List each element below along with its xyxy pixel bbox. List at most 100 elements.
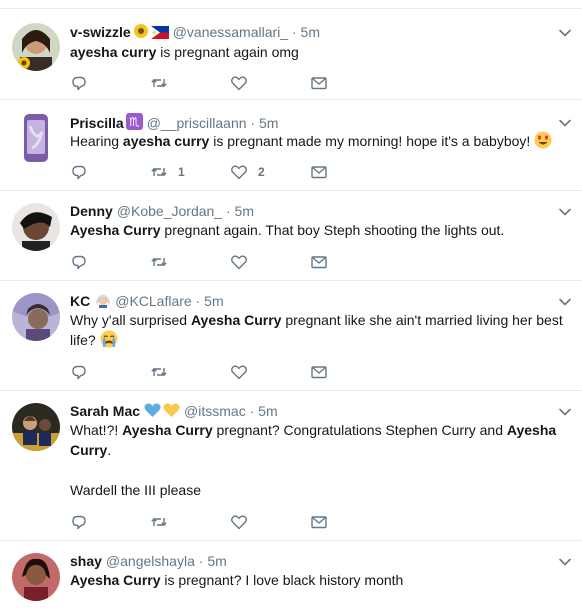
timestamp[interactable]: 5m <box>207 553 226 569</box>
username-handle[interactable]: @itssmac <box>184 403 246 419</box>
retweet-icon <box>150 74 168 92</box>
display-name[interactable]: KC <box>70 293 90 309</box>
tweet-header: v-swizzle @vanessamallari_ · 5m <box>70 23 320 41</box>
tweet[interactable]: shay @angelshayla · 5m Ayesha Curry is pr… <box>0 541 582 611</box>
tweet[interactable]: v-swizzle @vanessamallari_ · 5m ayesha cu… <box>0 9 582 100</box>
caret-down-icon[interactable] <box>558 295 572 309</box>
retweet-button[interactable] <box>150 363 168 381</box>
like-button[interactable]: 2 <box>230 163 265 181</box>
search-highlight: Ayesha Curry <box>70 572 161 588</box>
avatar[interactable] <box>12 293 60 341</box>
message-button[interactable] <box>310 163 328 181</box>
heart-eyes-icon <box>534 131 552 149</box>
display-name[interactable]: Denny <box>70 203 113 219</box>
tweet[interactable]: Denny @Kobe_Jordan_ · 5m Ayesha Curry pre… <box>0 191 582 281</box>
reply-button[interactable] <box>70 363 88 381</box>
sunflower-icon <box>133 23 149 43</box>
separator-dot: · <box>291 24 297 40</box>
username-handle[interactable]: @angelshayla <box>106 553 195 569</box>
caret-down-icon[interactable] <box>558 26 572 40</box>
message-button[interactable] <box>310 74 328 92</box>
philippines-flag-icon <box>150 25 169 43</box>
text-segment: pregnant? Congratulations Stephen Curry … <box>212 422 507 438</box>
tweet-text: Why y'all surprised Ayesha Curry pregnan… <box>70 310 570 350</box>
retweet-button[interactable] <box>150 74 168 92</box>
message-button[interactable] <box>310 363 328 381</box>
username-handle[interactable]: @vanessamallari_ <box>173 24 288 40</box>
message-button[interactable] <box>310 253 328 271</box>
retweet-button[interactable] <box>150 513 168 531</box>
timestamp[interactable]: 5m <box>301 24 320 40</box>
tweet-header: shay @angelshayla · 5m <box>70 552 227 570</box>
message-icon <box>310 363 328 381</box>
like-button[interactable] <box>230 513 248 531</box>
avatar[interactable] <box>16 112 56 164</box>
text-segment: Why y'all surprised <box>70 312 191 328</box>
avatar[interactable] <box>12 553 60 601</box>
tweet-text: Hearing ayesha curry is pregnant made my… <box>70 131 570 151</box>
tweet-actions: 12 <box>70 163 350 183</box>
reply-button[interactable] <box>70 253 88 271</box>
reply-icon <box>70 363 88 381</box>
retweet-button[interactable] <box>150 253 168 271</box>
message-icon <box>310 74 328 92</box>
reply-button[interactable] <box>70 74 88 92</box>
text-segment: Hearing <box>70 133 123 149</box>
username-handle[interactable]: @Kobe_Jordan_ <box>117 203 222 219</box>
text-segment: is pregnant? I love black history month <box>160 572 404 588</box>
tweet-text: ayesha curry is pregnant again omg <box>70 42 570 62</box>
like-button[interactable] <box>230 74 248 92</box>
timestamp[interactable]: 5m <box>204 293 223 309</box>
like-button[interactable] <box>230 363 248 381</box>
tweet-header: KC @KCLaflare · 5m <box>70 292 224 310</box>
tweet-actions <box>70 74 350 94</box>
like-button[interactable] <box>230 253 248 271</box>
username-handle[interactable]: @__priscillaann <box>147 115 247 131</box>
reply-icon <box>70 513 88 531</box>
reply-icon <box>70 253 88 271</box>
retweet-button[interactable]: 1 <box>150 163 185 181</box>
message-icon <box>310 253 328 271</box>
text-segment: . <box>107 442 112 458</box>
avatar[interactable] <box>12 203 60 251</box>
separator-dot: · <box>225 203 231 219</box>
retweet-icon <box>150 363 168 381</box>
message-button[interactable] <box>310 513 328 531</box>
text-segment: pregnant again. That boy Steph shooting … <box>160 222 505 238</box>
tweet-actions <box>70 253 350 273</box>
likes-count: 2 <box>258 165 265 179</box>
timestamp[interactable]: 5m <box>259 115 278 131</box>
avatar[interactable] <box>12 23 60 71</box>
search-highlight: Ayesha Curry <box>70 222 161 238</box>
text-segment: Wardell the III please <box>70 482 201 498</box>
reply-button[interactable] <box>70 513 88 531</box>
retweet-icon <box>150 163 168 181</box>
woman-white-hair-icon <box>95 292 111 312</box>
reply-button[interactable] <box>70 163 88 181</box>
text-segment: is pregnant again omg <box>156 44 299 60</box>
like-icon <box>230 363 248 381</box>
like-icon <box>230 74 248 92</box>
caret-down-icon[interactable] <box>558 116 572 130</box>
display-name[interactable]: shay <box>70 553 102 569</box>
timestamp[interactable]: 5m <box>258 403 277 419</box>
crying-icon <box>100 330 118 348</box>
caret-down-icon[interactable] <box>558 405 572 419</box>
tweet[interactable]: Sarah Mac @itssmac · 5m What!?! Ayesha Cu… <box>0 391 582 541</box>
display-name[interactable]: Priscilla <box>70 115 124 131</box>
avatar[interactable] <box>12 403 60 451</box>
tweet[interactable]: Priscilla ♏ @__priscillaann · 5m Hearing a… <box>0 100 582 191</box>
caret-down-icon[interactable] <box>558 555 572 569</box>
timestamp[interactable]: 5m <box>235 203 254 219</box>
tweet[interactable]: KC @KCLaflare · 5m Why y'all surprised Ay… <box>0 281 582 391</box>
display-name[interactable]: v-swizzle <box>70 24 131 40</box>
retweet-icon <box>150 253 168 271</box>
username-handle[interactable]: @KCLaflare <box>115 293 191 309</box>
like-icon <box>230 163 248 181</box>
search-highlight: Ayesha Curry <box>122 422 213 438</box>
display-name[interactable]: Sarah Mac <box>70 403 140 419</box>
tweet-header: Priscilla ♏ @__priscillaann · 5m <box>70 113 278 131</box>
caret-down-icon[interactable] <box>558 205 572 219</box>
message-icon <box>310 163 328 181</box>
retweets-count: 1 <box>178 165 185 179</box>
